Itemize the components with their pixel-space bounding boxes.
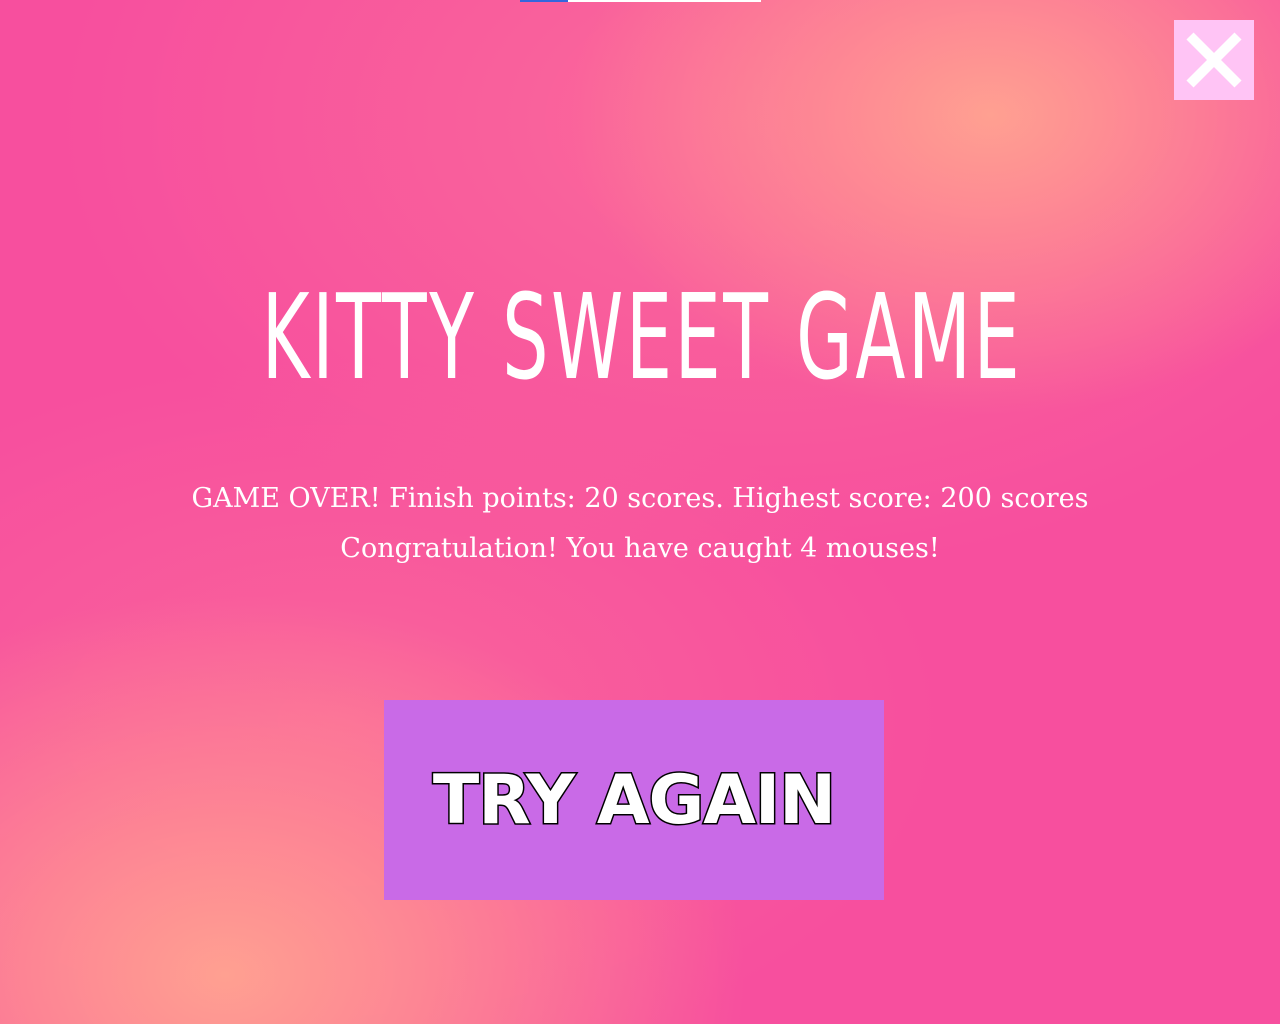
game-over-score-text: GAME OVER! Finish points: 20 scores. Hig… bbox=[191, 483, 1089, 514]
try-again-button[interactable]: TRY AGAIN bbox=[384, 700, 884, 900]
top-progress-bar bbox=[520, 0, 761, 2]
close-button[interactable] bbox=[1174, 20, 1254, 100]
caught-mice-text: Congratulation! You have caught 4 mouses… bbox=[340, 533, 940, 564]
game-title: KITTY SWEET GAME bbox=[261, 268, 1023, 406]
close-icon bbox=[1186, 32, 1242, 88]
top-progress-bar-fill bbox=[520, 0, 569, 2]
try-again-label: TRY AGAIN bbox=[431, 759, 837, 841]
